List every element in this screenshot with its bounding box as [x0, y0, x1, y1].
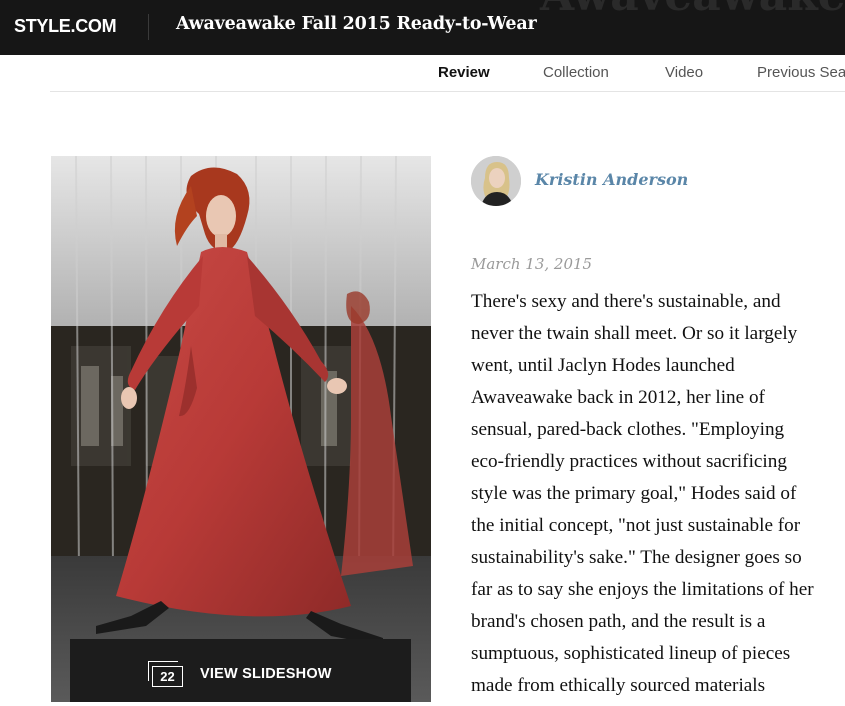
review-line: made from ethically sourced materials	[471, 675, 766, 696]
review-line: style was the primary goal," Hodes said …	[471, 483, 797, 504]
review-line: sensual, pared-back clothes. "Employing	[471, 419, 785, 440]
author-avatar[interactable]	[471, 156, 521, 206]
review-line: never the twain shall meet. Or so it lar…	[471, 323, 798, 344]
top-bar: Awaveawake STYLE.COM Awaveawake Fall 201…	[0, 0, 845, 55]
background-title: Awaveawake	[540, 0, 845, 21]
author-name-link[interactable]: Kristin Anderson	[535, 170, 688, 189]
slideshow-count-badge: 22	[152, 666, 183, 687]
review-line: brand's chosen path, and the result is a	[471, 611, 766, 632]
site-logo[interactable]: STYLE.COM	[14, 16, 117, 37]
review-line: eco-friendly practices without sacrifici…	[471, 451, 787, 472]
tab-video[interactable]: Video	[665, 64, 703, 81]
slideshow-label: VIEW SLIDESHOW	[200, 666, 332, 682]
author-portrait	[471, 156, 521, 206]
header-divider	[148, 14, 149, 40]
section-tabs: Review Collection Video Previous Sea	[0, 55, 845, 91]
review-line: sumptuous, sophisticated lineup of piece…	[471, 643, 791, 664]
tab-previous-seasons[interactable]: Previous Sea	[757, 64, 845, 81]
hero-runway-image[interactable]	[51, 156, 431, 702]
view-slideshow-button[interactable]: 22 VIEW SLIDESHOW	[70, 639, 411, 702]
review-line: the initial concept, "not just sustainab…	[471, 515, 801, 536]
review-line: sustainability's sake." The designer goe…	[471, 547, 802, 568]
review-line: There's sexy and there's sustainable, an…	[471, 291, 781, 312]
tabs-divider	[50, 91, 845, 92]
tab-review[interactable]: Review	[438, 64, 490, 81]
review-line: went, until Jaclyn Hodes launched	[471, 355, 735, 376]
tab-collection[interactable]: Collection	[543, 64, 609, 81]
runway-photo	[51, 156, 431, 702]
page-title: Awaveawake Fall 2015 Ready-to-Wear	[176, 14, 537, 34]
review-line: Awaveawake back in 2012, her line of	[471, 387, 765, 408]
review-line: far as to say she enjoys the limitations…	[471, 579, 814, 600]
review-date: March 13, 2015	[471, 255, 593, 273]
review-body: There's sexy and there's sustainable, an…	[471, 290, 845, 706]
